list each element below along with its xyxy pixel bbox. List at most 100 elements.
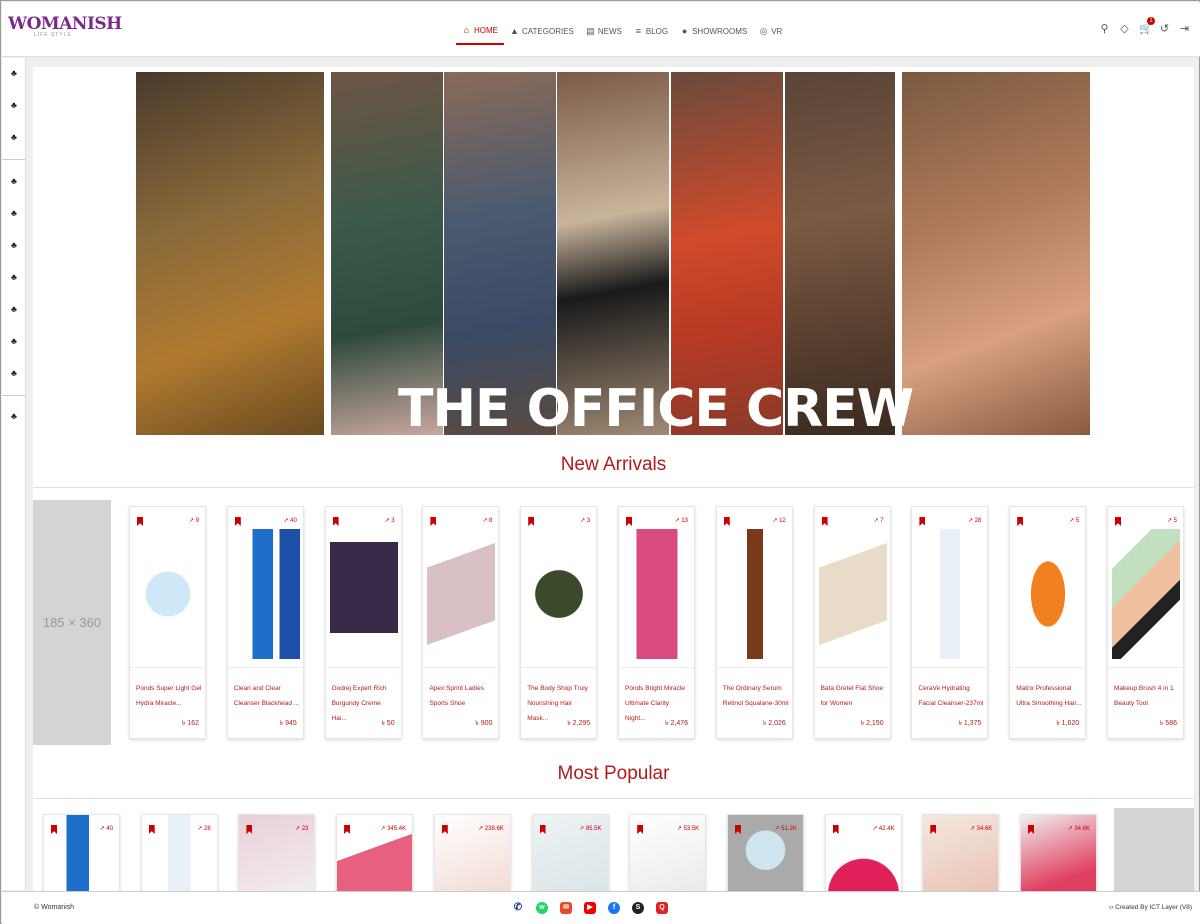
product-name[interactable]: Matrix Professional Ultra Smoothing Hair… xyxy=(1016,681,1082,711)
hero-banner[interactable]: THE OFFICE CREW xyxy=(33,67,1194,439)
login-icon[interactable]: ⇥ xyxy=(1179,24,1190,35)
category-icon[interactable]: ♣ xyxy=(9,132,19,142)
category-icon[interactable]: ♣ xyxy=(9,336,19,346)
category-icon[interactable]: ♣ xyxy=(9,304,19,314)
bookmark-icon[interactable] xyxy=(234,517,241,526)
trend-count: ↗ 42.4K xyxy=(872,826,895,832)
bookmark-icon[interactable] xyxy=(930,825,937,834)
trend-count: ↗ 34.6K xyxy=(1067,826,1090,832)
product-card[interactable]: ↗ 12 The Ordinary Serum Retinol Squalane-… xyxy=(715,506,793,739)
product-card[interactable]: ↗ 28 CeraVe Hydrating Facial Cleanser-237… xyxy=(911,506,989,739)
bookmark-icon[interactable] xyxy=(734,825,741,834)
category-icon[interactable]: ♣ xyxy=(9,272,19,282)
product-card[interactable]: ↗ 3 The Body Shop Truly Nourishing Hair M… xyxy=(520,506,598,739)
phone-icon[interactable]: ✆ xyxy=(512,902,524,914)
product-name[interactable]: Makeup Brush 4 in 1 Beauty Tool xyxy=(1114,681,1180,711)
bookmark-icon[interactable] xyxy=(148,825,155,834)
product-image[interactable] xyxy=(916,529,985,659)
product-image[interactable] xyxy=(623,529,691,659)
bookmark-icon[interactable] xyxy=(1028,825,1034,834)
product-name[interactable]: The Ordinary Serum Retinol Squalane-30ml xyxy=(723,681,789,711)
trend-count: ↗ 40 xyxy=(99,826,113,832)
youtube-icon[interactable]: ▶ xyxy=(584,902,596,914)
product-card[interactable]: ↗ 5 Makeup Brush 4 in 1 Beauty Tool ৳ 586 xyxy=(1107,506,1184,739)
bookmark-icon[interactable] xyxy=(821,517,828,526)
product-name[interactable]: Clean and Clear Cleanser Blackhead ... xyxy=(234,681,300,711)
category-icon[interactable]: ♣ xyxy=(9,176,19,186)
brand-logo[interactable]: WOMANISH LIFE STYLE xyxy=(8,14,122,38)
nav-home[interactable]: ⌂ HOME xyxy=(456,22,504,45)
popular-product-card[interactable]: ↗ 238.6K xyxy=(433,814,511,891)
nav-label: VR xyxy=(771,27,783,36)
bookmark-icon[interactable] xyxy=(441,825,448,834)
bookmark-icon[interactable] xyxy=(626,517,632,526)
product-card[interactable]: ↗ 40 Clean and Clear Cleanser Blackhead .… xyxy=(226,506,304,739)
product-card[interactable]: ↗ 13 Ponds Bright Miracle Ultimate Clarit… xyxy=(618,506,695,739)
category-rail: ♣ ♣ ♣ ♣ ♣ ♣ ♣ ♣ ♣ ♣ ♣ xyxy=(2,58,26,890)
nav-categories[interactable]: ▲ CATEGORIES xyxy=(504,22,580,45)
popular-product-card[interactable]: ↗ 28 xyxy=(140,814,218,891)
product-card[interactable]: ↗ 9 Ponds Super Light Gel Hydra Miracle..… xyxy=(129,506,206,739)
popular-product-card[interactable]: ↗ 40 xyxy=(43,814,120,891)
product-image[interactable] xyxy=(525,529,594,659)
category-icon[interactable]: ♣ xyxy=(9,208,19,218)
category-icon[interactable]: ♣ xyxy=(9,411,19,421)
bookmark-icon[interactable] xyxy=(723,517,730,526)
bookmark-icon[interactable] xyxy=(832,825,839,834)
bookmark-icon[interactable] xyxy=(637,825,644,834)
bookmark-icon[interactable] xyxy=(344,825,351,834)
bookmark-icon[interactable] xyxy=(539,825,546,834)
popular-product-card[interactable]: ↗ 42.4K xyxy=(824,814,902,891)
popular-product-card[interactable]: ↗ 345.4K xyxy=(336,814,414,891)
cart-icon[interactable]: 🛒 1 xyxy=(1139,17,1155,35)
product-card[interactable]: ↗ 3 Godrej Expert Rich Burgundy Creme Hai… xyxy=(324,506,402,739)
category-icon[interactable]: ♣ xyxy=(9,100,19,110)
popular-product-card[interactable]: ↗ 23 xyxy=(238,814,316,891)
nav-blog[interactable]: ≡ BLOG xyxy=(628,22,674,45)
search-icon[interactable]: ⚲ xyxy=(1099,24,1110,35)
facebook-icon[interactable]: f xyxy=(608,902,620,914)
product-name[interactable]: Bata Gretel Flat Shoe for Women xyxy=(821,681,887,711)
popular-product-card[interactable]: ↗ 85.5K xyxy=(531,814,609,891)
product-image[interactable] xyxy=(329,529,398,659)
product-card[interactable]: ↗ 8 Apex Sprint Ladies Sports Shoe ৳ 900 xyxy=(422,506,500,739)
product-name[interactable]: Ponds Super Light Gel Hydra Miracle... xyxy=(136,681,202,711)
bookmark-icon[interactable] xyxy=(332,517,339,526)
product-name[interactable]: CeraVe Hydrating Facial Cleanser-237ml xyxy=(918,681,984,711)
bookmark-icon[interactable] xyxy=(137,517,143,526)
bookmark-icon[interactable] xyxy=(51,825,57,834)
product-name[interactable]: Apex Sprint Ladies Sports Shoe xyxy=(429,681,495,711)
compare-icon[interactable]: ◇ xyxy=(1119,24,1130,35)
whatsapp-icon[interactable]: w xyxy=(536,902,548,914)
product-image[interactable] xyxy=(231,529,300,659)
nav-showrooms[interactable]: ● SHOWROOMS xyxy=(674,22,753,45)
popular-product-card[interactable]: ↗ 53.5K xyxy=(629,814,707,891)
product-image[interactable] xyxy=(427,529,496,659)
bookmark-icon[interactable] xyxy=(919,517,926,526)
history-icon[interactable]: ↺ xyxy=(1159,24,1170,35)
popular-product-card[interactable]: ↗ 34.6K xyxy=(922,814,1000,891)
nav-news[interactable]: ▤ NEWS xyxy=(580,22,628,45)
category-icon[interactable]: ♣ xyxy=(9,68,19,78)
quora-icon[interactable]: Q xyxy=(656,902,668,914)
product-image[interactable] xyxy=(134,529,202,659)
popular-product-card[interactable]: ↗ 51.2K xyxy=(726,814,804,891)
bookmark-icon[interactable] xyxy=(1115,517,1121,526)
product-card[interactable]: ↗ 7 Bata Gretel Flat Shoe for Women ৳ 2,15… xyxy=(813,506,891,739)
email-icon[interactable]: ✉ xyxy=(560,902,572,914)
category-icon[interactable]: ♣ xyxy=(9,240,19,250)
rail-divider xyxy=(2,159,26,160)
popular-product-card[interactable]: ↗ 34.6K xyxy=(1020,814,1097,891)
bookmark-icon[interactable] xyxy=(1017,517,1024,526)
bookmark-icon[interactable] xyxy=(430,517,437,526)
product-image[interactable] xyxy=(818,529,887,659)
skype-icon[interactable]: S xyxy=(632,902,644,914)
product-image[interactable] xyxy=(720,529,789,659)
product-image[interactable] xyxy=(1112,529,1180,659)
product-image[interactable] xyxy=(1014,529,1083,659)
nav-vr[interactable]: ◎ VR xyxy=(753,22,788,45)
bookmark-icon[interactable] xyxy=(246,825,253,834)
bookmark-icon[interactable] xyxy=(528,517,535,526)
category-icon[interactable]: ♣ xyxy=(9,368,19,378)
product-card[interactable]: ↗ 5 Matrix Professional Ultra Smoothing H… xyxy=(1009,506,1087,739)
